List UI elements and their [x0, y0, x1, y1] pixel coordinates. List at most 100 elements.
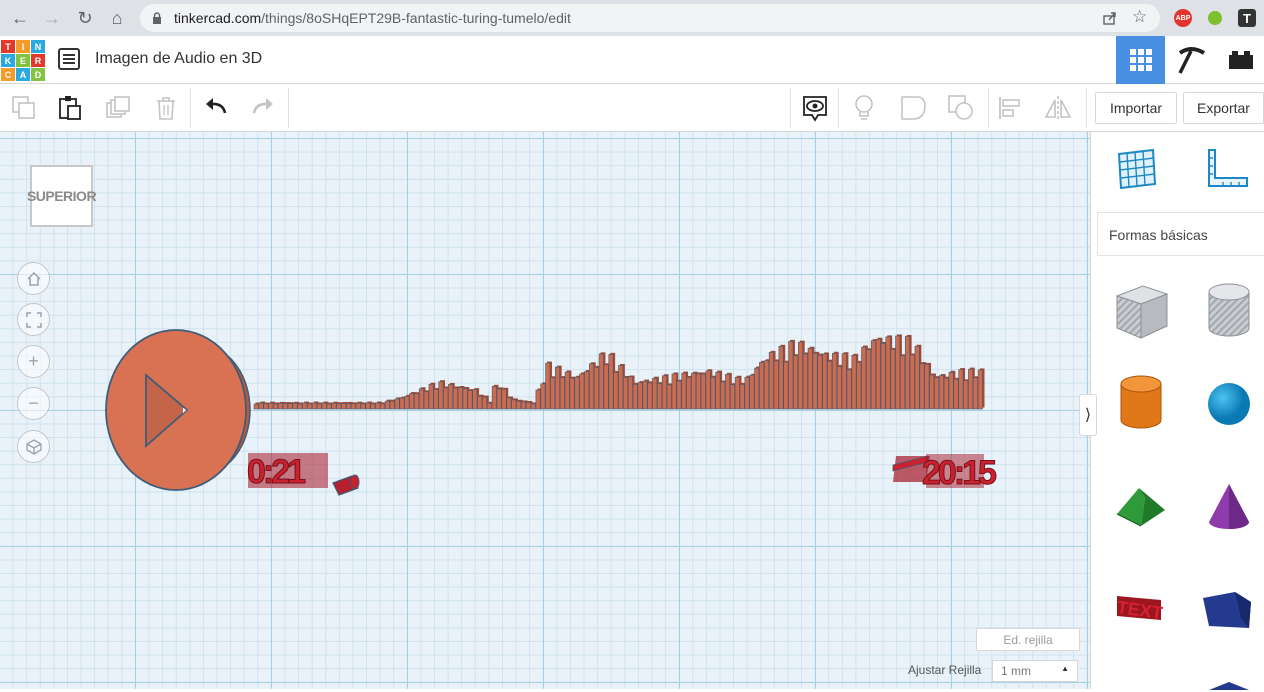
waveform-bar [273, 403, 279, 410]
share-icon[interactable] [1102, 10, 1118, 26]
mirror-button[interactable] [1044, 94, 1072, 122]
roof-shape-icon[interactable] [1111, 476, 1171, 536]
undo-button[interactable] [202, 94, 230, 122]
waveform-bar [807, 347, 813, 410]
waveform-bar [637, 382, 643, 410]
waveform-bar [501, 388, 507, 410]
paste-icon [59, 96, 81, 120]
waveform-bar [666, 384, 672, 410]
design-title[interactable]: Imagen de Audio en 3D [95, 50, 262, 68]
waveform-bar [783, 361, 789, 410]
edit-grid-button[interactable]: Ed. rejilla [976, 628, 1080, 651]
group-button[interactable] [947, 94, 975, 122]
export-button[interactable]: Exportar [1183, 92, 1264, 124]
workplane[interactable]: SUPERIOR + − 0:21 20:15 Ed. rejilla Ajus… [0, 132, 1090, 689]
eye-bubble-icon [803, 96, 827, 122]
snap-grid-value: 1 mm [1001, 664, 1031, 678]
waveform-bar [875, 338, 881, 410]
sphere-shape-icon[interactable] [1199, 372, 1259, 432]
design-menu-icon[interactable] [58, 48, 80, 70]
tab-extension-icon[interactable]: T [1238, 9, 1256, 27]
waveform-bar [350, 403, 356, 410]
waveform-bar [574, 376, 580, 410]
waveform-bar [579, 373, 585, 410]
solid-hole-button[interactable] [899, 94, 927, 122]
waveform-bar [482, 396, 488, 410]
waveform-bar [866, 349, 872, 410]
grid-view-button[interactable] [1116, 36, 1165, 84]
duplicate-icon [106, 96, 130, 118]
waveform-bar [768, 352, 774, 410]
import-button[interactable]: Importar [1095, 92, 1177, 124]
logo-letter: E [16, 54, 30, 67]
bricks-view-button[interactable] [1216, 36, 1264, 84]
waveform-bar [749, 374, 755, 410]
scene-canvas[interactable]: 0:21 20:15 [0, 132, 1090, 689]
waveform-bar [316, 403, 322, 410]
waveform-bar [496, 388, 502, 410]
waveform-bar [559, 377, 565, 410]
blocks-view-button[interactable] [1166, 36, 1215, 84]
address-bar[interactable]: tinkercad.com/things/8oSHqEPT29B-fantast… [140, 4, 1160, 32]
forward-icon[interactable]: → [40, 6, 64, 30]
waveform-bar [608, 354, 614, 410]
ruler-tool-icon[interactable] [1205, 148, 1251, 190]
logo-letter: I [16, 40, 30, 53]
waveform-bar [355, 402, 361, 410]
adblock-extension-icon[interactable]: ABP [1174, 9, 1192, 27]
waveform-bar [438, 381, 444, 410]
waveform-bar [268, 402, 274, 410]
waveform-bar [963, 380, 969, 410]
copy-button[interactable] [10, 94, 38, 122]
waveform-bar [467, 390, 473, 410]
logo-letter: N [31, 40, 45, 53]
waveform-bar [302, 402, 308, 410]
text-shape-icon[interactable]: TEXT [1111, 576, 1171, 636]
waveform-bar [836, 366, 842, 410]
show-hide-button[interactable] [801, 94, 829, 122]
waveform-bar [948, 371, 954, 410]
waveform-bar [326, 403, 332, 410]
trash-icon [157, 97, 175, 120]
start-time-text-shape[interactable]: 0:21 [247, 453, 328, 492]
light-button[interactable] [850, 94, 878, 122]
paste-button[interactable] [56, 94, 84, 122]
waveform-bar [763, 360, 769, 410]
waveform-bar [477, 395, 483, 410]
cylinder-striped-shape-icon[interactable] [1199, 280, 1259, 340]
waveform-bar [725, 374, 731, 410]
align-button[interactable] [996, 94, 1024, 122]
cylinder-shape-icon[interactable] [1111, 372, 1171, 432]
waveform-bar [530, 403, 536, 410]
waveform-bar [564, 371, 570, 410]
box-shape-icon[interactable] [1111, 280, 1171, 340]
end-time-text-shape[interactable]: 20:15 [892, 454, 1000, 493]
play-button-shape[interactable] [105, 329, 251, 491]
redo-button[interactable] [249, 94, 277, 122]
bookmark-star-icon[interactable]: ☆ [1132, 7, 1147, 27]
waveform-bar [861, 346, 867, 410]
waveform-bar [924, 364, 930, 410]
waveform-bar [958, 369, 964, 410]
delete-button[interactable] [152, 94, 180, 122]
tinkercad-logo[interactable]: T I N K E R C A D [0, 39, 45, 82]
partial-shape-icon[interactable] [1199, 672, 1259, 692]
audio-waveform-shape[interactable] [253, 334, 985, 410]
reload-icon[interactable]: ↻ [73, 6, 97, 30]
waveform-bar [423, 391, 429, 410]
snap-grid-select[interactable]: 1 mm ▲ [992, 660, 1078, 682]
edit-toolbar: Importar Exportar [0, 84, 1264, 132]
workplane-tool-icon[interactable] [1115, 148, 1159, 190]
waveform-bar [409, 393, 415, 410]
polygon-shape-icon[interactable] [1199, 576, 1259, 636]
collapse-panel-button[interactable]: ⟩ [1079, 394, 1097, 436]
small-cylinder-shape[interactable] [332, 474, 360, 496]
waveform-bar [404, 396, 410, 410]
duplicate-button[interactable] [104, 94, 132, 122]
green-extension-icon[interactable] [1208, 11, 1222, 25]
align-icon [999, 97, 1020, 119]
back-icon[interactable]: ← [8, 6, 32, 30]
cone-shape-icon[interactable] [1199, 476, 1259, 536]
home-icon[interactable]: ⌂ [105, 6, 129, 30]
shape-category-dropdown[interactable]: Formas básicas [1097, 212, 1264, 256]
